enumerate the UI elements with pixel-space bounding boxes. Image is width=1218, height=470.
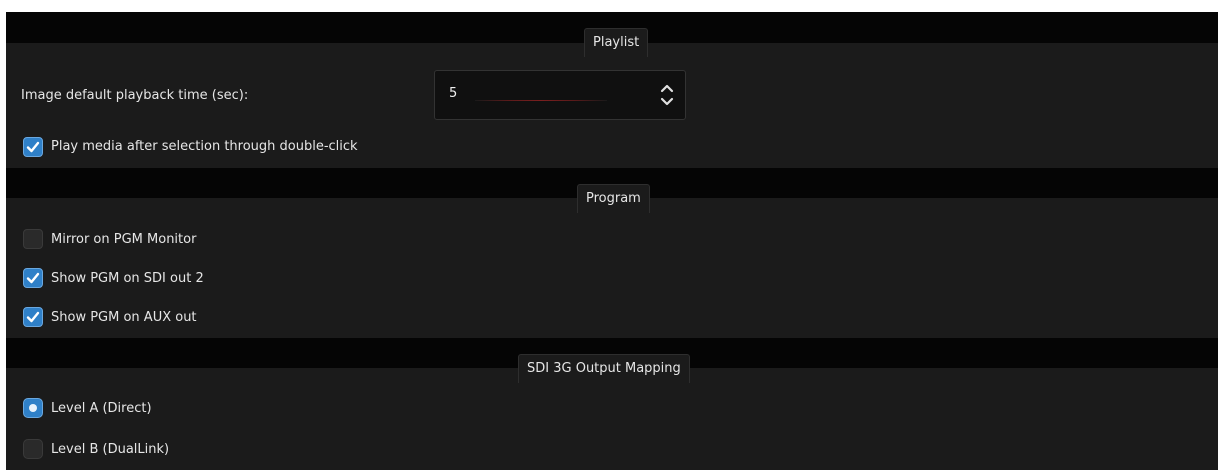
checkmark-icon xyxy=(26,141,40,153)
playback-time-spinbox[interactable]: 5 xyxy=(434,70,686,120)
program-group-title: Program xyxy=(577,184,650,213)
playback-time-value[interactable]: 5 xyxy=(449,86,457,101)
radio-dot-icon xyxy=(29,404,37,412)
up-down-arrows-icon[interactable] xyxy=(659,82,675,108)
mirror-pgm-label: Mirror on PGM Monitor xyxy=(51,232,197,247)
settings-panel: Playlist Image default playback time (se… xyxy=(6,12,1218,470)
double-click-checkbox[interactable] xyxy=(23,137,43,157)
checkmark-icon xyxy=(26,311,40,323)
sdi-mapping-group-title: SDI 3G Output Mapping xyxy=(518,354,690,383)
spinbox-accent-line xyxy=(475,100,607,101)
show-pgm-aux-checkbox[interactable] xyxy=(23,307,43,327)
show-pgm-sdi2-label: Show PGM on SDI out 2 xyxy=(51,271,204,286)
double-click-label: Play media after selection through doubl… xyxy=(51,139,358,154)
level-b-label: Level B (DualLink) xyxy=(51,442,170,457)
show-pgm-aux-label: Show PGM on AUX out xyxy=(51,310,197,325)
show-pgm-sdi2-checkbox[interactable] xyxy=(23,268,43,288)
level-b-radio[interactable] xyxy=(23,439,43,459)
checkmark-icon xyxy=(26,272,40,284)
level-a-radio[interactable] xyxy=(23,398,43,418)
mirror-pgm-checkbox[interactable] xyxy=(23,229,43,249)
playback-time-label: Image default playback time (sec): xyxy=(21,88,249,103)
playlist-group-title: Playlist xyxy=(584,28,649,57)
level-a-label: Level A (Direct) xyxy=(51,401,152,416)
